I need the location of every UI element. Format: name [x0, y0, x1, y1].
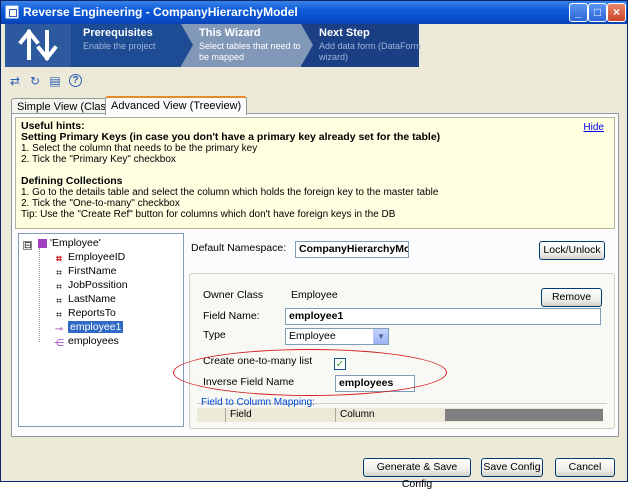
tree-node-field[interactable]: ⌗ EmployeeID — [53, 250, 126, 265]
tree-node-collection[interactable]: ⋲ employees — [53, 334, 119, 349]
chevron-down-icon[interactable]: ▼ — [373, 329, 388, 344]
tree-node-field[interactable]: ⌗ LastName — [53, 292, 116, 307]
wizard-step-prerequisites: Prerequisites Enable the project — [71, 24, 181, 67]
tree-node-field[interactable]: ⌗ ReportsTo — [53, 306, 116, 321]
tree-node-label: employee1 — [68, 321, 124, 333]
step-title: Next Step — [319, 27, 370, 39]
tree-node-employee[interactable]: ⊟ 'Employee' — [23, 236, 101, 250]
owner-class-label: Owner Class — [203, 289, 264, 301]
close-button[interactable]: × — [607, 3, 626, 22]
step-title: This Wizard — [199, 27, 261, 39]
wizard-arrows-icon — [18, 28, 58, 62]
tree-node-field[interactable]: ⌗ JobPossition — [53, 278, 128, 293]
tree-node-label: 'Employee' — [50, 237, 101, 249]
tree-node-label: ReportsTo — [68, 307, 116, 319]
mapping-grid-header: Field Column — [197, 408, 603, 422]
hint-line: 1. Select the column that needs to be th… — [21, 143, 258, 154]
tree-node-reference-selected[interactable]: ⊸ employee1 — [53, 320, 124, 335]
type-select[interactable]: Employee ▼ — [285, 328, 389, 345]
refresh-icon[interactable]: ↻ — [27, 73, 43, 89]
tree-node-label: LastName — [68, 293, 116, 305]
field-name-label: Field Name: — [203, 310, 260, 322]
column-header-field[interactable]: Field — [225, 408, 335, 422]
namespace-input[interactable]: CompanyHierarchyMod — [295, 241, 409, 258]
hint-line: Tip: Use the "Create Ref" button for col… — [21, 209, 396, 220]
wizard-steps-header: Prerequisites Enable the project This Wi… — [5, 24, 421, 67]
window-title: Reverse Engineering - CompanyHierarchyMo… — [23, 5, 298, 19]
wizard-window: Reverse Engineering - CompanyHierarchyMo… — [0, 0, 628, 490]
namespace-label: Default Namespace: — [191, 242, 287, 254]
toolbar: ⇄ ↻ ▤ ? — [5, 73, 105, 91]
wizard-logo — [5, 24, 71, 67]
step-description: Select tables that need to be mapped — [199, 41, 301, 62]
title-bar: Reverse Engineering - CompanyHierarchyMo… — [1, 1, 627, 24]
class-treeview[interactable]: ⊟ 'Employee' ⌗ EmployeeID ⌗ FirstName ⌗ JobP… — [18, 233, 184, 427]
hint-line: 2. Tick the "Primary Key" checkbox — [21, 154, 176, 165]
step-description: Enable the project — [83, 41, 156, 51]
document-icon[interactable]: ▤ — [47, 73, 63, 89]
tree-node-label: employees — [68, 335, 119, 347]
collapse-icon[interactable]: ⊟ — [23, 241, 32, 250]
primary-keys-heading: Setting Primary Keys (in case you don't … — [21, 131, 441, 143]
minimize-button[interactable]: _ — [569, 3, 588, 22]
tree-node-field[interactable]: ⌗ FirstName — [53, 264, 117, 279]
step-arrow — [181, 24, 193, 66]
map-icon[interactable]: ⇄ — [7, 73, 23, 89]
owner-class-value: Employee — [291, 289, 338, 301]
hide-hints-link[interactable]: Hide — [583, 122, 604, 133]
mapping-legend: Field to Column Mapping: — [201, 397, 315, 408]
collections-heading: Defining Collections — [21, 175, 123, 187]
field-name-input[interactable]: employee1 — [285, 308, 601, 325]
class-icon — [38, 239, 47, 248]
tree-node-label: FirstName — [68, 265, 117, 277]
lock-unlock-button[interactable]: Lock/Unlock — [539, 241, 605, 260]
grid-empty-area — [445, 409, 603, 421]
tree-node-label: JobPossition — [68, 279, 128, 291]
step-arrow — [301, 24, 313, 66]
step-description: Add data form (DataForm wizard) — [319, 41, 422, 62]
app-icon — [5, 5, 19, 19]
tab-advanced-view[interactable]: Advanced View (Treeview) — [105, 96, 248, 115]
generate-save-config-button[interactable]: Generate & Save Config — [363, 458, 471, 490]
collection-icon: ⋲ — [54, 338, 64, 349]
hint-line: 1. Go to the details table and select th… — [21, 187, 439, 198]
highlight-ellipse — [173, 349, 447, 396]
save-config-button[interactable]: Save Config — [481, 458, 543, 477]
hints-panel: Useful hints: Setting Primary Keys (in c… — [15, 117, 615, 229]
tree-node-label: EmployeeID — [68, 251, 126, 263]
type-selected-value: Employee — [289, 330, 336, 342]
remove-button[interactable]: Remove — [541, 288, 602, 307]
step-title: Prerequisites — [83, 27, 153, 39]
cancel-button[interactable]: Cancel — [555, 458, 615, 477]
type-label: Type — [203, 329, 226, 341]
wizard-step-current: This Wizard Select tables that need to b… — [181, 24, 301, 67]
help-icon[interactable]: ? — [69, 74, 82, 87]
column-header-column[interactable]: Column — [335, 408, 445, 422]
maximize-button[interactable]: □ — [588, 3, 607, 22]
hint-line: 2. Tick the "One-to-many" checkbox — [21, 198, 180, 209]
wizard-step-next: Next Step Add data form (DataForm wizard… — [301, 24, 421, 67]
